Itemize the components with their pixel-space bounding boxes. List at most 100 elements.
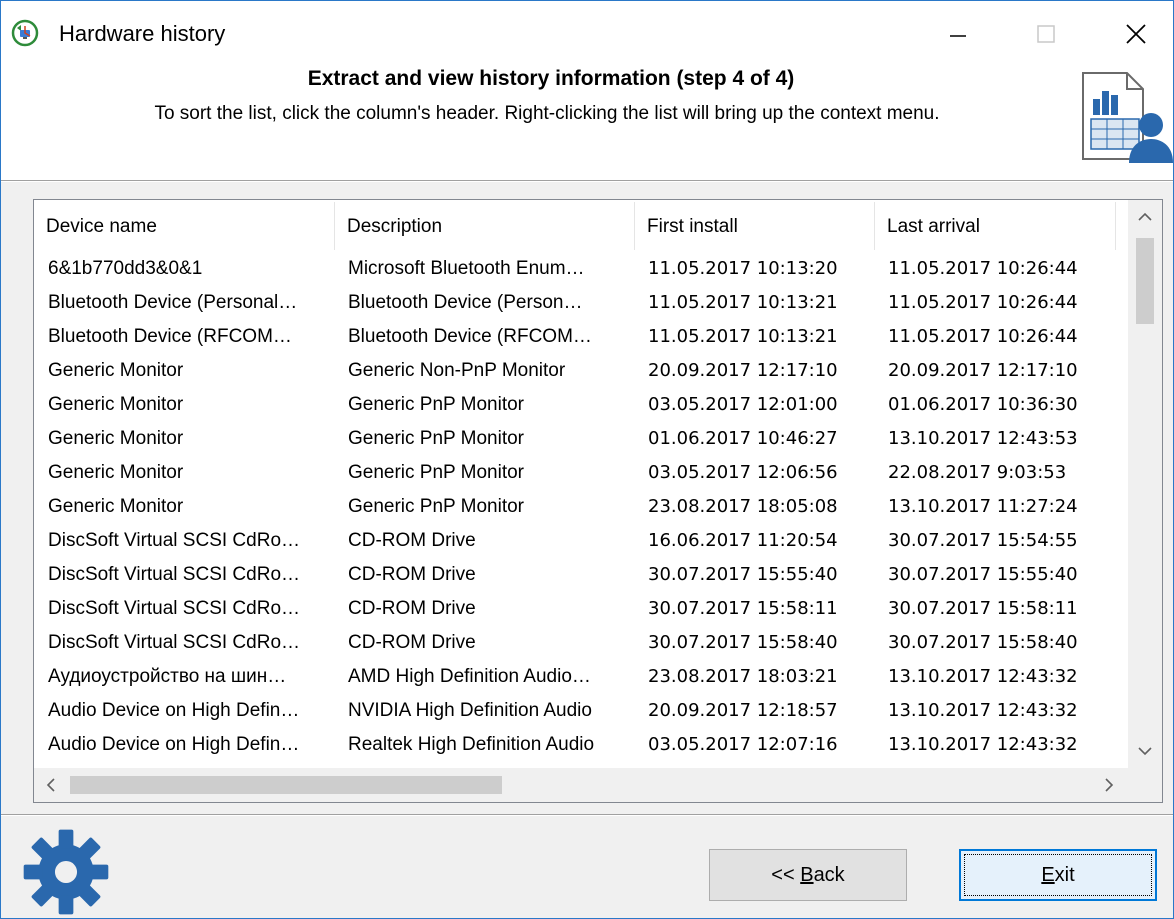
footer: << Back Exit xyxy=(1,816,1173,918)
vertical-scroll-thumb[interactable] xyxy=(1136,238,1154,324)
description-cell: Bluetooth Device (RFCOM… xyxy=(348,326,592,347)
exit-button[interactable]: Exit xyxy=(959,849,1157,901)
first-install-cell: 11.05.2017 10:13:21 xyxy=(648,292,838,313)
last-arrival-cell: 13.10.2017 12:43:32 xyxy=(888,700,1078,721)
report-user-icon xyxy=(1082,72,1173,163)
chevron-up-icon xyxy=(1138,212,1152,221)
description-cell: AMD High Definition Audio… xyxy=(348,666,591,687)
device-name-cell: DiscSoft Virtual SCSI CdRo… xyxy=(48,564,301,585)
first-install-cell: 16.06.2017 11:20:54 xyxy=(648,530,838,551)
title-bar: Hardware history xyxy=(1,1,1173,61)
last-arrival-cell: 30.07.2017 15:55:40 xyxy=(888,564,1078,585)
table-row[interactable]: 6&1b770dd3&0&1 Microsoft Bluetooth Enum… 1… xyxy=(34,252,1130,286)
table-row[interactable]: Audio Device on High Defin… NVIDIA High D… xyxy=(34,694,1130,728)
first-install-cell: 20.09.2017 12:18:57 xyxy=(648,700,838,721)
chevron-left-icon xyxy=(46,778,55,792)
close-button[interactable] xyxy=(1101,11,1171,57)
first-install-cell: 30.07.2017 15:58:40 xyxy=(648,632,838,653)
first-install-cell: 03.05.2017 12:01:00 xyxy=(648,394,838,415)
description-cell: Generic PnP Monitor xyxy=(348,394,525,415)
last-arrival-cell: 11.05.2017 10:26:44 xyxy=(888,258,1078,279)
hardware-history-app-icon xyxy=(11,19,39,47)
hardware-history-list[interactable]: Device name Description First install La… xyxy=(33,199,1163,803)
description-cell: Bluetooth Device (Person… xyxy=(348,292,583,313)
description-cell: Microsoft Bluetooth Enum… xyxy=(348,258,585,279)
description-cell: CD-ROM Drive xyxy=(348,564,476,585)
column-header-device-name[interactable]: Device name xyxy=(34,200,334,252)
device-name-cell: 6&1b770dd3&0&1 xyxy=(48,258,203,279)
table-row[interactable]: DiscSoft Virtual SCSI CdRo… CD-ROM Drive 3… xyxy=(34,558,1130,592)
first-install-cell: 11.05.2017 10:13:21 xyxy=(648,326,838,347)
maximize-button[interactable] xyxy=(1011,11,1081,57)
device-name-cell: Generic Monitor xyxy=(48,394,184,415)
list-rows: 6&1b770dd3&0&1 Microsoft Bluetooth Enum… 1… xyxy=(34,252,1130,762)
horizontal-scrollbar[interactable] xyxy=(34,768,1162,802)
column-header-last-arrival[interactable]: Last arrival xyxy=(875,200,1115,252)
scroll-right-button[interactable] xyxy=(1092,768,1126,802)
device-name-cell: Audio Device on High Defin… xyxy=(48,700,300,721)
maximize-icon xyxy=(1037,25,1055,43)
description-cell: Generic Non-PnP Monitor xyxy=(348,360,566,381)
scroll-up-button[interactable] xyxy=(1128,200,1162,234)
first-install-cell: 01.06.2017 10:46:27 xyxy=(648,428,838,449)
device-name-cell: DiscSoft Virtual SCSI CdRo… xyxy=(48,598,301,619)
table-row[interactable]: Audio Device on High Defin… Realtek High … xyxy=(34,728,1130,762)
back-button[interactable]: << Back xyxy=(709,849,907,901)
close-icon xyxy=(1126,24,1146,44)
last-arrival-cell: 13.10.2017 12:43:32 xyxy=(888,734,1078,755)
minimize-button[interactable] xyxy=(923,11,993,57)
last-arrival-cell: 13.10.2017 12:43:53 xyxy=(888,428,1078,449)
table-row[interactable]: Generic Monitor Generic PnP Monitor 03.05.… xyxy=(34,456,1130,490)
hardware-history-window: Hardware history Extract and view histor… xyxy=(0,0,1174,919)
horizontal-scroll-thumb[interactable] xyxy=(70,776,502,794)
device-name-cell: Аудиоустройство на шин… xyxy=(48,666,287,687)
first-install-cell: 20.09.2017 12:17:10 xyxy=(648,360,838,381)
table-row[interactable]: Generic Monitor Generic Non-PnP Monitor 20… xyxy=(34,354,1130,388)
last-arrival-cell: 30.07.2017 15:58:40 xyxy=(888,632,1078,653)
last-arrival-cell: 01.06.2017 10:36:30 xyxy=(888,394,1078,415)
last-arrival-cell: 30.07.2017 15:58:11 xyxy=(888,598,1078,619)
table-row[interactable]: DiscSoft Virtual SCSI CdRo… CD-ROM Drive 3… xyxy=(34,592,1130,626)
device-name-cell: DiscSoft Virtual SCSI CdRo… xyxy=(48,530,301,551)
step-title: Extract and view history information (st… xyxy=(307,67,795,90)
chevron-right-icon xyxy=(1105,778,1114,792)
last-arrival-cell: 13.10.2017 12:43:32 xyxy=(888,666,1078,687)
column-header-first-install[interactable]: First install xyxy=(635,200,874,252)
description-cell: CD-ROM Drive xyxy=(348,530,476,551)
vertical-scrollbar[interactable] xyxy=(1128,200,1162,768)
scroll-left-button[interactable] xyxy=(34,768,68,802)
table-row[interactable]: Generic Monitor Generic PnP Monitor 01.06.… xyxy=(34,422,1130,456)
first-install-cell: 03.05.2017 12:06:56 xyxy=(648,462,838,483)
last-arrival-cell: 22.08.2017 9:03:53 xyxy=(888,462,1067,483)
description-cell: Generic PnP Monitor xyxy=(348,462,525,483)
last-arrival-cell: 30.07.2017 15:54:55 xyxy=(888,530,1078,551)
table-row[interactable]: Bluetooth Device (RFCOM… Bluetooth Device… xyxy=(34,320,1130,354)
device-name-cell: DiscSoft Virtual SCSI CdRo… xyxy=(48,632,301,653)
column-header-description[interactable]: Description xyxy=(335,200,634,252)
chevron-down-icon xyxy=(1138,747,1152,756)
first-install-cell: 03.05.2017 12:07:16 xyxy=(648,734,838,755)
step-instructions: To sort the list, click the column's hea… xyxy=(154,103,940,124)
first-install-cell: 30.07.2017 15:58:11 xyxy=(648,598,838,619)
description-cell: NVIDIA High Definition Audio xyxy=(348,700,592,721)
device-name-cell: Bluetooth Device (Personal… xyxy=(48,292,298,313)
last-arrival-cell: 20.09.2017 12:17:10 xyxy=(888,360,1078,381)
description-cell: CD-ROM Drive xyxy=(348,598,476,619)
device-name-cell: Audio Device on High Defin… xyxy=(48,734,300,755)
table-row[interactable]: Generic Monitor Generic PnP Monitor 23.08.… xyxy=(34,490,1130,524)
window-title: Hardware history xyxy=(59,21,226,46)
device-name-cell: Generic Monitor xyxy=(48,462,184,483)
table-row[interactable]: Аудиоустройство на шин… AMD High Definiti… xyxy=(34,660,1130,694)
description-cell: Realtek High Definition Audio xyxy=(348,734,595,755)
minimize-icon xyxy=(950,35,966,37)
description-cell: Generic PnP Monitor xyxy=(348,428,525,449)
first-install-cell: 11.05.2017 10:13:20 xyxy=(648,258,838,279)
device-name-cell: Bluetooth Device (RFCOM… xyxy=(48,326,292,347)
table-row[interactable]: DiscSoft Virtual SCSI CdRo… CD-ROM Drive 3… xyxy=(34,626,1130,660)
last-arrival-cell: 11.05.2017 10:26:44 xyxy=(888,326,1078,347)
table-row[interactable]: DiscSoft Virtual SCSI CdRo… CD-ROM Drive 1… xyxy=(34,524,1130,558)
scroll-down-button[interactable] xyxy=(1128,734,1162,768)
device-name-cell: Generic Monitor xyxy=(48,360,184,381)
table-row[interactable]: Generic Monitor Generic PnP Monitor 03.05.… xyxy=(34,388,1130,422)
table-row[interactable]: Bluetooth Device (Personal… Bluetooth Dev… xyxy=(34,286,1130,320)
